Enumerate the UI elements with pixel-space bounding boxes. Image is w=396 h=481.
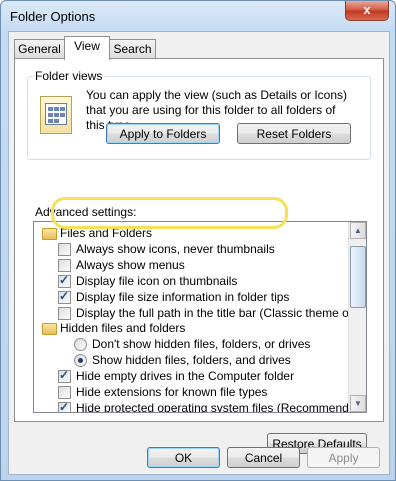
tab-general[interactable]: General — [14, 39, 65, 59]
setting-label: Display file icon on thumbnails — [76, 273, 238, 288]
checkbox-unchecked[interactable] — [58, 306, 71, 320]
checkbox-unchecked[interactable] — [58, 386, 71, 399]
setting-label: Display file size information in folder … — [76, 289, 290, 304]
folder-views-label: Folder views — [33, 69, 105, 83]
scroll-thumb[interactable] — [350, 246, 366, 308]
radio-unselected[interactable] — [74, 338, 87, 352]
folder-icon — [42, 323, 57, 336]
scroll-up-arrow-icon[interactable]: ▲ — [350, 222, 366, 239]
checkbox-checked[interactable]: ✓ — [58, 368, 71, 384]
setting-label: Hide protected operating system files (R… — [76, 400, 367, 413]
checkbox-checked[interactable]: ✓ — [58, 289, 71, 304]
checkbox-unchecked[interactable] — [58, 242, 71, 256]
apply-to-folders-button[interactable]: Apply to Folders — [106, 123, 220, 144]
checkbox-checked[interactable]: ✓ — [58, 273, 71, 288]
view-tab-panel: Folder views You can apply the view (suc… — [14, 58, 384, 454]
cancel-button[interactable]: Cancel — [227, 447, 300, 468]
scroll-down-arrow-icon[interactable]: ▼ — [350, 395, 366, 412]
setting-label: Always show menus — [76, 257, 185, 272]
highlight-annotation — [51, 197, 288, 229]
checkbox-checked[interactable]: ✓ — [58, 400, 71, 412]
setting-label: Hidden files and folders — [60, 321, 186, 336]
apply-button[interactable]: Apply — [307, 447, 380, 468]
radio-selected[interactable] — [74, 354, 87, 368]
folder-icon — [42, 228, 57, 240]
title-bar: Folder Options x — [1, 1, 395, 31]
folder-view-icon — [40, 96, 72, 134]
setting-label: Hide empty drives in the Computer folder — [76, 369, 295, 384]
checkbox-unchecked[interactable] — [58, 258, 71, 272]
tree-scrollbar[interactable]: ▲ ▼ — [348, 222, 366, 412]
reset-folders-button[interactable]: Reset Folders — [237, 123, 351, 144]
folder-views-group: Folder views You can apply the view (suc… — [27, 69, 371, 160]
ok-button[interactable]: OK — [147, 447, 220, 468]
dialog-client: General View Search Folder views You can… — [8, 31, 390, 475]
tab-search[interactable]: Search — [109, 39, 156, 59]
close-button[interactable]: x — [345, 1, 389, 21]
setting-label: Hide extensions for known file types — [76, 385, 268, 399]
advanced-settings-tree[interactable]: Files and Folders Always show icons, neve… — [33, 221, 367, 413]
tab-view[interactable]: View — [64, 36, 110, 60]
setting-label: Don't show hidden files, folders, or dri… — [92, 337, 311, 352]
folder-options-window: Folder Options x General View Search Fol… — [0, 0, 396, 481]
setting-label: Display the full path in the title bar (… — [76, 305, 367, 320]
setting-label: Always show icons, never thumbnails — [76, 241, 275, 256]
window-title: Folder Options — [10, 9, 96, 24]
setting-label: Show hidden files, folders, and drives — [92, 353, 291, 368]
